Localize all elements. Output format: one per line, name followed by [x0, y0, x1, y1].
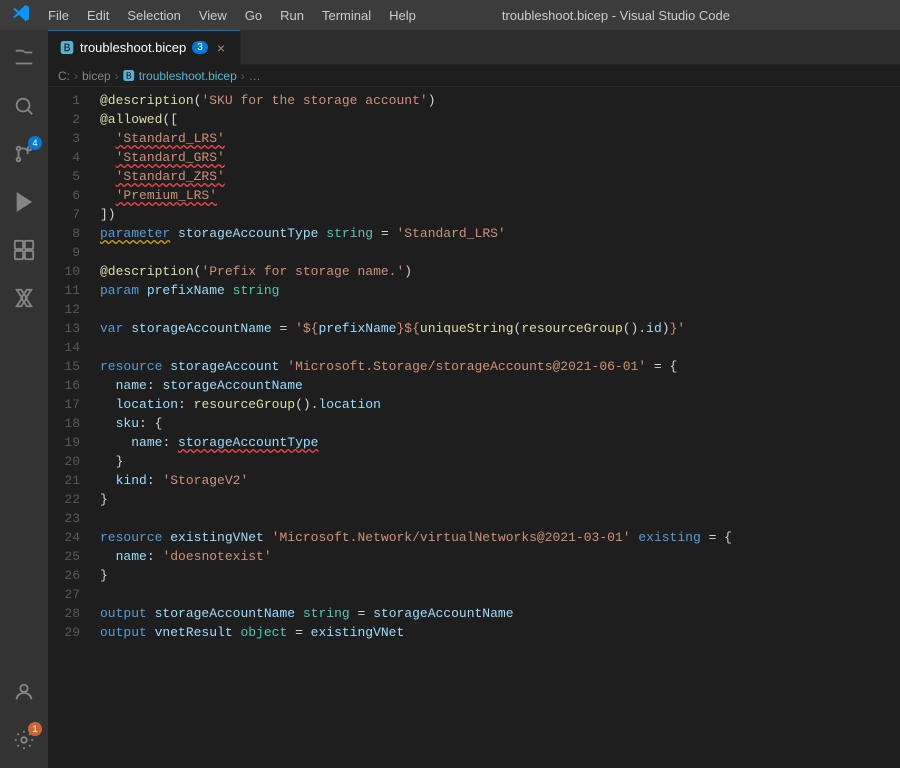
code-line-26: 26 }	[48, 566, 900, 585]
code-line-22: 22 }	[48, 490, 900, 509]
code-line-28: 28 output storageAccountName string = st…	[48, 604, 900, 623]
breadcrumb-filename: troubleshoot.bicep	[139, 69, 237, 83]
main-layout: 4 1	[0, 30, 900, 768]
code-line-18: 18 sku: {	[48, 414, 900, 433]
menu-terminal[interactable]: Terminal	[314, 5, 379, 26]
account-icon[interactable]	[0, 668, 48, 716]
source-control-icon[interactable]: 4	[0, 130, 48, 178]
tabs-bar: 🅱 troubleshoot.bicep 3 ×	[48, 30, 900, 65]
menu-help[interactable]: Help	[381, 5, 424, 26]
code-line-14: 14	[48, 338, 900, 357]
code-line-25: 25 name: 'doesnotexist'	[48, 547, 900, 566]
run-debug-icon[interactable]	[0, 178, 48, 226]
vscode-logo	[12, 4, 30, 27]
menu-file[interactable]: File	[40, 5, 77, 26]
code-line-2: 2 @allowed([	[48, 110, 900, 129]
menu-run[interactable]: Run	[272, 5, 312, 26]
testing-icon[interactable]	[0, 274, 48, 322]
breadcrumb-folder: bicep	[82, 69, 111, 83]
breadcrumb-drive: C:	[58, 69, 70, 83]
activity-bar: 4 1	[0, 30, 48, 768]
code-line-6: 6 'Premium_LRS'	[48, 186, 900, 205]
code-line-29: 29 output vnetResult object = existingVN…	[48, 623, 900, 642]
files-icon[interactable]	[0, 34, 48, 82]
code-line-1: 1 @description('SKU for the storage acco…	[48, 91, 900, 110]
search-icon[interactable]	[0, 82, 48, 130]
code-line-4: 4 'Standard_GRS'	[48, 148, 900, 167]
settings-icon[interactable]: 1	[0, 716, 48, 764]
editor-area: 🅱 troubleshoot.bicep 3 × C: › bicep › 🅱 …	[48, 30, 900, 768]
title-bar-left: File Edit Selection View Go Run Terminal…	[12, 4, 424, 27]
code-line-27: 27	[48, 585, 900, 604]
code-line-11: 11 param prefixName string	[48, 281, 900, 300]
tab-label: troubleshoot.bicep	[80, 40, 186, 55]
code-line-13: 13 var storageAccountName = '${prefixNam…	[48, 319, 900, 338]
menu-go[interactable]: Go	[237, 5, 270, 26]
code-line-7: 7 ])	[48, 205, 900, 224]
code-line-17: 17 location: resourceGroup().location	[48, 395, 900, 414]
breadcrumb: C: › bicep › 🅱 troubleshoot.bicep › …	[48, 65, 900, 87]
code-line-10: 10 @description('Prefix for storage name…	[48, 262, 900, 281]
title-bar: File Edit Selection View Go Run Terminal…	[0, 0, 900, 30]
tab-file-icon: 🅱	[60, 38, 74, 58]
menu-view[interactable]: View	[191, 5, 235, 26]
code-line-16: 16 name: storageAccountName	[48, 376, 900, 395]
code-line-9: 9	[48, 243, 900, 262]
code-line-8: 8 parameter storageAccountType string = …	[48, 224, 900, 243]
extensions-icon[interactable]	[0, 226, 48, 274]
code-line-5: 5 'Standard_ZRS'	[48, 167, 900, 186]
code-line-20: 20 }	[48, 452, 900, 471]
code-line-19: 19 name: storageAccountType	[48, 433, 900, 452]
code-line-3: 3 'Standard_LRS'	[48, 129, 900, 148]
breadcrumb-file-icon: 🅱	[123, 67, 135, 84]
tab-close-button[interactable]: ×	[214, 39, 228, 57]
menu-edit[interactable]: Edit	[79, 5, 117, 26]
code-line-23: 23	[48, 509, 900, 528]
menu-selection[interactable]: Selection	[119, 5, 188, 26]
breadcrumb-ellipsis: …	[249, 69, 261, 83]
code-line-24: 24 resource existingVNet 'Microsoft.Netw…	[48, 528, 900, 547]
code-line-12: 12	[48, 300, 900, 319]
menu-bar: File Edit Selection View Go Run Terminal…	[40, 5, 424, 26]
code-line-21: 21 kind: 'StorageV2'	[48, 471, 900, 490]
active-tab[interactable]: 🅱 troubleshoot.bicep 3 ×	[48, 30, 241, 65]
code-editor[interactable]: 1 @description('SKU for the storage acco…	[48, 87, 900, 768]
tab-badge: 3	[192, 41, 208, 54]
window-title: troubleshoot.bicep - Visual Studio Code	[502, 8, 730, 23]
code-line-15: 15 resource storageAccount 'Microsoft.St…	[48, 357, 900, 376]
